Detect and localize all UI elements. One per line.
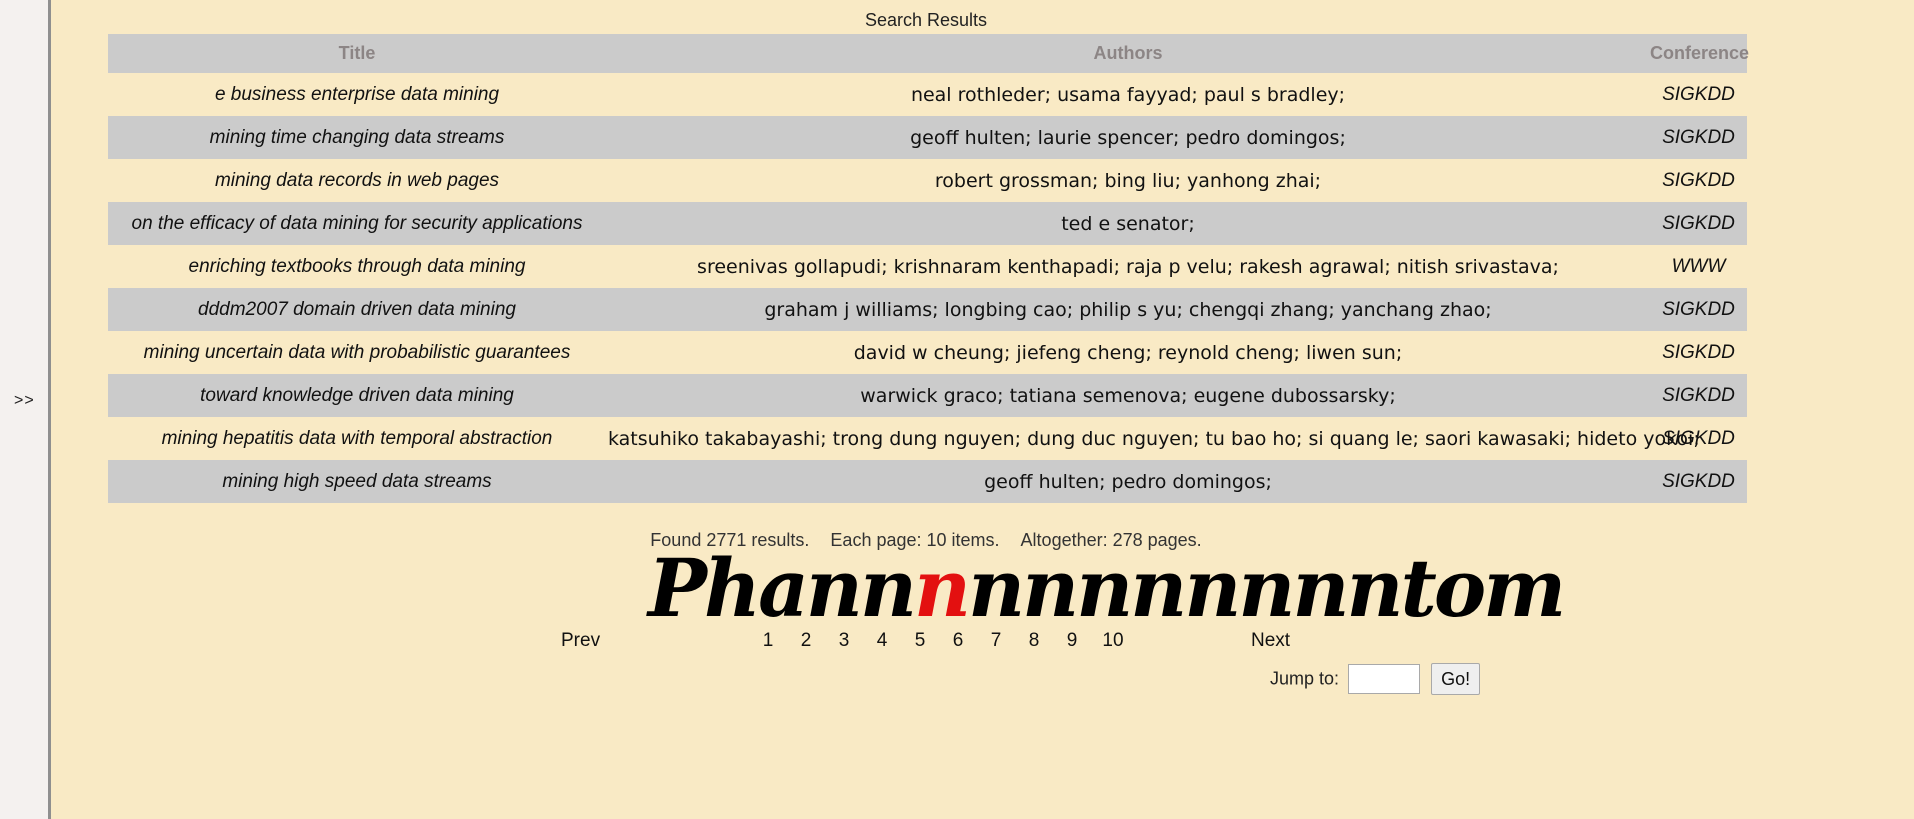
title-cell[interactable]: enriching textbooks through data mining xyxy=(108,245,606,288)
title-cell[interactable]: mining time changing data streams xyxy=(108,116,606,159)
authors-cell: geoff hulten; laurie spencer; pedro domi… xyxy=(606,116,1650,159)
page-link-3[interactable]: 3 xyxy=(825,630,863,652)
conference-cell: SIGKDD xyxy=(1650,202,1747,245)
jump-to-page: Jump to: Go! xyxy=(1270,663,1481,695)
jump-page-input[interactable] xyxy=(1348,664,1421,694)
jump-label: Jump to: xyxy=(1270,668,1340,689)
title-cell[interactable]: mining data records in web pages xyxy=(108,159,606,202)
title-cell[interactable]: mining high speed data streams xyxy=(108,460,606,503)
page-link-10[interactable]: 10 xyxy=(1091,630,1135,652)
conference-cell: WWW xyxy=(1650,245,1747,288)
pagination: Prev 1 2 3 4 5 6 7 8 9 10 Next xyxy=(51,630,1801,660)
results-table: Title Authors Conference e business ente… xyxy=(108,34,1749,503)
sidebar: >> xyxy=(0,0,51,819)
conference-cell: SIGKDD xyxy=(1650,331,1747,374)
authors-cell: warwick graco; tatiana semenova; eugene … xyxy=(606,374,1650,417)
conference-cell: SIGKDD xyxy=(1650,73,1747,116)
page-link-7[interactable]: 7 xyxy=(977,630,1015,652)
page-link-9[interactable]: 9 xyxy=(1053,630,1091,652)
pagination-logo: Phannnnnnnnnnntom xyxy=(648,548,1566,628)
authors-cell: ted e senator; xyxy=(606,202,1650,245)
table-row: toward knowledge driven data mining warwi… xyxy=(108,374,1747,417)
conference-cell: SIGKDD xyxy=(1650,460,1747,503)
title-cell[interactable]: toward knowledge driven data mining xyxy=(108,374,606,417)
conference-cell: SIGKDD xyxy=(1650,417,1747,460)
table-row: mining uncertain data with probabilistic… xyxy=(108,331,1747,374)
table-row: dddm2007 domain driven data mining graham… xyxy=(108,288,1747,331)
main-content: Search Results Title Authors Conference … xyxy=(51,0,1914,819)
page-links: 1 2 3 4 5 6 7 8 9 10 xyxy=(749,630,1135,652)
table-row: e business enterprise data mining neal ro… xyxy=(108,73,1747,116)
sidebar-toggle-button[interactable]: >> xyxy=(14,392,35,410)
page-link-5[interactable]: 5 xyxy=(901,630,939,652)
logo-text-start: Phann xyxy=(648,541,917,635)
conference-cell: SIGKDD xyxy=(1650,159,1747,202)
authors-cell: robert grossman; bing liu; yanhong zhai; xyxy=(606,159,1650,202)
table-row: enriching textbooks through data mining s… xyxy=(108,245,1747,288)
authors-cell: graham j williams; longbing cao; philip … xyxy=(606,288,1650,331)
page-link-8[interactable]: 8 xyxy=(1015,630,1053,652)
table-header-row: Title Authors Conference xyxy=(108,34,1749,73)
authors-cell: geoff hulten; pedro domingos; xyxy=(606,460,1650,503)
logo-text-end: nnnnnnnntom xyxy=(968,541,1566,635)
table-row: mining hepatitis data with temporal abst… xyxy=(108,417,1747,460)
page-link-6[interactable]: 6 xyxy=(939,630,977,652)
conference-cell: SIGKDD xyxy=(1650,116,1747,159)
title-cell[interactable]: dddm2007 domain driven data mining xyxy=(108,288,606,331)
title-cell[interactable]: mining uncertain data with probabilistic… xyxy=(108,331,606,374)
conference-cell: SIGKDD xyxy=(1650,374,1747,417)
table-row: mining data records in web pages robert g… xyxy=(108,159,1747,202)
table-row: mining time changing data streams geoff h… xyxy=(108,116,1747,159)
next-page-link[interactable]: Next xyxy=(1251,630,1290,652)
page-link-1[interactable]: 1 xyxy=(749,630,787,652)
column-header-title[interactable]: Title xyxy=(108,34,606,73)
results-body: e business enterprise data mining neal ro… xyxy=(108,73,1747,503)
column-header-authors[interactable]: Authors xyxy=(606,34,1650,73)
prev-page-link[interactable]: Prev xyxy=(561,630,600,652)
title-cell[interactable]: mining hepatitis data with temporal abst… xyxy=(108,417,606,460)
title-cell[interactable]: e business enterprise data mining xyxy=(108,73,606,116)
go-button[interactable]: Go! xyxy=(1431,663,1481,695)
authors-cell: david w cheung; jiefeng cheng; reynold c… xyxy=(606,331,1650,374)
authors-cell: katsuhiko takabayashi; trong dung nguyen… xyxy=(606,417,1700,460)
page-link-2[interactable]: 2 xyxy=(787,630,825,652)
table-row: mining high speed data streams geoff hult… xyxy=(108,460,1747,503)
page-link-4[interactable]: 4 xyxy=(863,630,901,652)
page-title: Search Results xyxy=(864,10,988,30)
conference-cell: SIGKDD xyxy=(1650,288,1747,331)
authors-cell: sreenivas gollapudi; krishnaram kenthapa… xyxy=(606,245,1650,288)
authors-cell: neal rothleder; usama fayyad; paul s bra… xyxy=(606,73,1650,116)
table-row: on the efficacy of data mining for secur… xyxy=(108,202,1747,245)
logo-current-letter: n xyxy=(914,541,971,635)
title-cell[interactable]: on the efficacy of data mining for secur… xyxy=(108,202,606,245)
column-header-conference[interactable]: Conference xyxy=(1650,34,1749,73)
